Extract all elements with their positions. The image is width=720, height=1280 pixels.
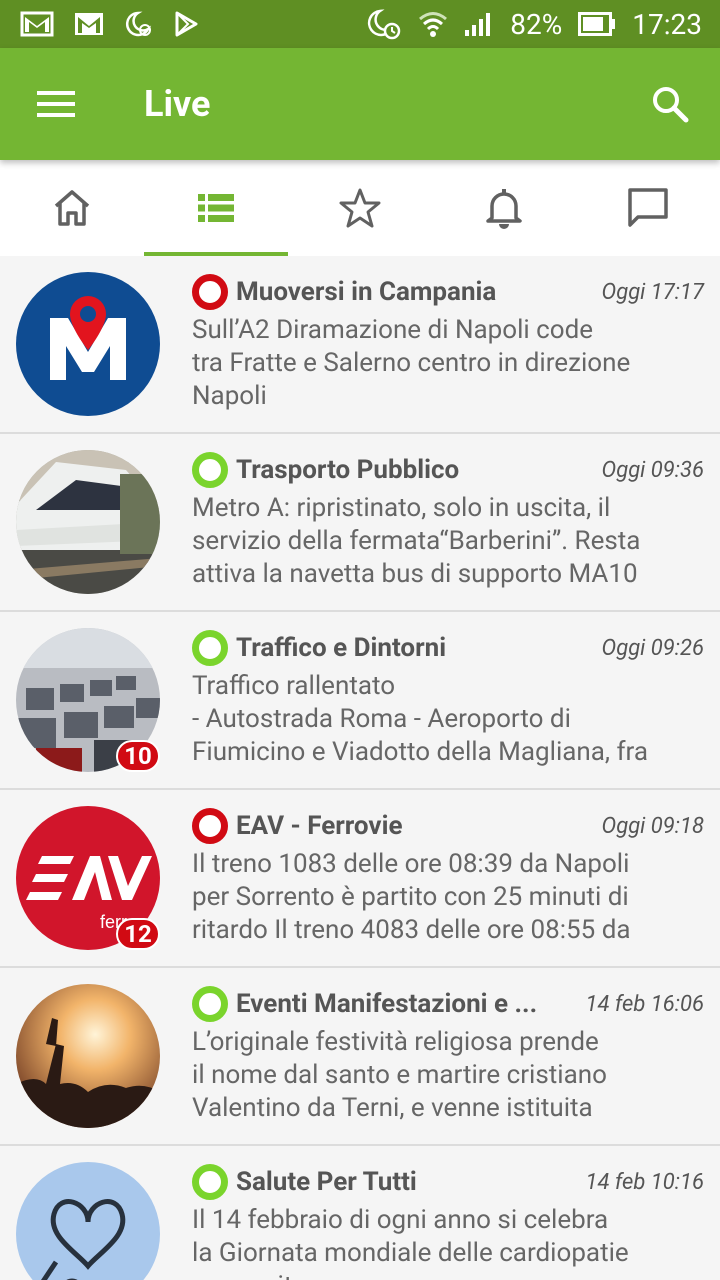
channel-name: Traffico e Dintorni	[236, 633, 447, 663]
tab-list[interactable]	[144, 160, 288, 256]
unread-badge: 12	[116, 918, 160, 950]
hamburger-icon	[37, 91, 75, 117]
message-preview: Il treno 1083 delle ore 08:39 da Napoli …	[192, 849, 631, 945]
timestamp: Oggi 09:26	[601, 635, 704, 661]
play-store-icon	[172, 10, 200, 38]
channel-name: Trasporto Pubblico	[236, 455, 460, 485]
tab-messages[interactable]	[576, 160, 720, 256]
avatar	[16, 984, 160, 1128]
signal-icon	[464, 10, 494, 38]
list-item[interactable]: Eventi Manifestazioni e ... 14 feb 16:06…	[0, 968, 720, 1146]
page-title: Live	[144, 83, 211, 125]
avatar: 10	[16, 628, 160, 772]
avatar	[16, 1162, 160, 1280]
wifi-icon	[418, 9, 448, 39]
timestamp: Oggi 09:36	[601, 457, 704, 483]
bell-icon	[486, 189, 522, 229]
avatar	[16, 272, 160, 416]
tab-notifications[interactable]	[432, 160, 576, 256]
status-indicator	[192, 808, 228, 844]
clock: 17:23	[632, 7, 702, 41]
search-icon	[653, 87, 689, 123]
list-item[interactable]: ferr 12 EAV - Ferrovie Oggi 09:18 Il tre…	[0, 790, 720, 968]
status-bar: 82% 17:23	[0, 0, 720, 48]
timestamp: Oggi 17:17	[601, 279, 704, 305]
message-preview: Traffico rallentato - Autostrada Roma - …	[192, 671, 648, 767]
concert-photo	[16, 984, 160, 1128]
status-indicator	[192, 1164, 228, 1200]
channel-name: Muoversi in Campania	[236, 277, 497, 307]
avatar: ferr 12	[16, 806, 160, 950]
timestamp: 14 feb 10:16	[585, 1169, 704, 1195]
list-item[interactable]: Trasporto Pubblico Oggi 09:36 Metro A: r…	[0, 434, 720, 612]
list-icon	[198, 194, 234, 222]
tab-favorites[interactable]	[288, 160, 432, 256]
battery-level: 82%	[510, 7, 563, 41]
app-bar: Live	[0, 48, 720, 160]
timestamp: Oggi 09:18	[601, 813, 704, 839]
message-preview: Il 14 febbraio di ogni anno si celebra l…	[192, 1205, 629, 1280]
unread-badge: 10	[116, 740, 160, 772]
status-indicator	[192, 630, 228, 666]
tab-bar	[0, 160, 720, 256]
status-indicator	[192, 452, 228, 488]
channel-name: Eventi Manifestazioni e ...	[236, 989, 538, 1019]
night-alarm-icon	[124, 10, 152, 38]
status-indicator	[192, 274, 228, 310]
tab-home[interactable]	[0, 160, 144, 256]
battery-icon	[578, 12, 616, 36]
gmail-icon	[20, 10, 54, 38]
list-item[interactable]: 10 Traffico e Dintorni Oggi 09:26 Traffi…	[0, 612, 720, 790]
menu-button[interactable]	[0, 48, 112, 160]
chat-icon	[628, 188, 668, 227]
status-indicator	[192, 986, 228, 1022]
gmail-icon	[74, 11, 104, 37]
star-icon	[339, 188, 381, 228]
message-preview: L’originale festività religiosa prende i…	[192, 1027, 607, 1123]
list-item[interactable]: Salute Per Tutti 14 feb 10:16 Il 14 febb…	[0, 1146, 720, 1280]
channel-name: EAV - Ferrovie	[236, 811, 403, 841]
channel-name: Salute Per Tutti	[236, 1167, 417, 1197]
stethoscope-photo	[16, 1162, 160, 1280]
timestamp: 14 feb 16:06	[585, 991, 704, 1017]
night-alarm-icon	[366, 8, 402, 40]
avatar	[16, 450, 160, 594]
message-preview: Sull’A2 Diramazione di Napoli code tra F…	[192, 315, 631, 411]
search-button[interactable]	[620, 48, 720, 160]
list-item[interactable]: Muoversi in Campania Oggi 17:17 Sull’A2 …	[0, 256, 720, 434]
message-preview: Metro A: ripristinato, solo in uscita, i…	[192, 493, 641, 589]
muoversi-logo	[16, 272, 160, 416]
home-icon	[54, 190, 90, 226]
train-photo	[16, 450, 160, 594]
feed-list: Muoversi in Campania Oggi 17:17 Sull’A2 …	[0, 256, 720, 1280]
